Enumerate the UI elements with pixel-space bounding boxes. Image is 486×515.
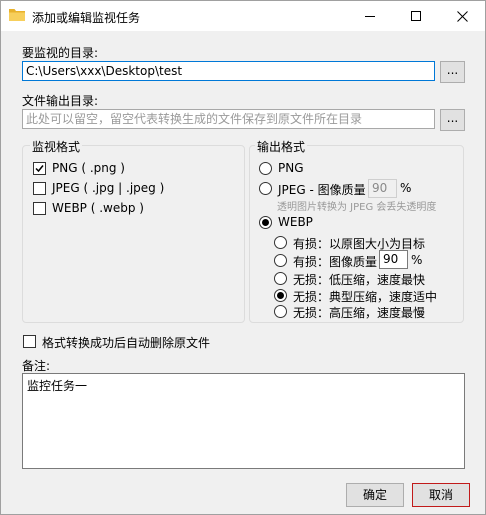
- output-jpeg-label: JPEG - 图像质量: [278, 183, 366, 197]
- close-button[interactable]: [439, 1, 485, 31]
- minimize-icon: [365, 16, 375, 17]
- folder-icon: [9, 8, 25, 22]
- webp-opt5-label: 无损：高压缩，速度最慢: [293, 306, 426, 320]
- webp-checkbox-label: WEBP ( .webp ): [52, 201, 144, 215]
- jpeg-checkbox[interactable]: [33, 182, 46, 195]
- output-webp-label: WEBP: [278, 215, 313, 229]
- webp-checkbox[interactable]: [33, 202, 46, 215]
- output-png-label: PNG: [278, 161, 304, 175]
- jpeg-transparency-hint: 透明图片转换为 JPEG 会丢失透明度: [277, 202, 437, 213]
- ok-button[interactable]: 确定: [346, 483, 404, 507]
- watch-dir-browse-button[interactable]: ...: [440, 61, 465, 83]
- jpeg-quality-input[interactable]: 90: [368, 179, 397, 198]
- webp-opt3-label: 无损：低压缩，速度最快: [293, 273, 426, 287]
- output-jpeg-radio[interactable]: [259, 182, 272, 195]
- output-png-radio[interactable]: [259, 162, 272, 175]
- webp-opt3-radio[interactable]: [274, 272, 287, 285]
- png-checkbox[interactable]: [33, 162, 46, 175]
- webp-opt1-radio[interactable]: [274, 236, 287, 249]
- webp-opt5-radio[interactable]: [274, 305, 287, 318]
- watch-dir-input[interactable]: C:\Users\xxx\Desktop\test: [22, 61, 435, 81]
- delete-original-label: 格式转换成功后自动删除原文件: [42, 336, 211, 350]
- maximize-icon: [411, 11, 421, 21]
- cancel-button[interactable]: 取消: [412, 483, 470, 507]
- dialog-content: 要监视的目录: C:\Users\xxx\Desktop\test ... 文件…: [1, 31, 485, 514]
- webp-opt2-label: 有损：图像质量: [293, 255, 378, 269]
- output-webp-radio[interactable]: [259, 216, 272, 229]
- output-dir-browse-button[interactable]: ...: [440, 109, 465, 131]
- webp-opt4-label: 无损：典型压缩，速度适中: [293, 290, 438, 304]
- notes-textarea[interactable]: 监控任务一: [22, 373, 465, 469]
- checkmark-icon: [35, 165, 44, 173]
- close-icon: [456, 10, 468, 22]
- maximize-button[interactable]: [393, 1, 439, 31]
- webp-opt4-radio[interactable]: [274, 289, 287, 302]
- webp-opt2-radio[interactable]: [274, 254, 287, 267]
- jpeg-percent-label: %: [400, 181, 412, 195]
- dialog-window: 添加或编辑监视任务 要监视的目录: C:\Users\xxx\Desktop\t…: [0, 0, 486, 515]
- png-checkbox-label: PNG ( .png ): [52, 161, 125, 175]
- webp-percent-label: %: [411, 253, 423, 267]
- delete-original-checkbox[interactable]: [23, 335, 36, 348]
- output-dir-input[interactable]: 此处可以留空，留空代表转换生成的文件保存到原文件所在目录: [22, 109, 435, 129]
- minimize-button[interactable]: [347, 1, 393, 31]
- window-title: 添加或编辑监视任务: [32, 11, 141, 25]
- webp-quality-input[interactable]: 90: [379, 250, 408, 269]
- output-formats-title: 输出格式: [255, 138, 308, 155]
- jpeg-checkbox-label: JPEG ( .jpg | .jpeg ): [52, 181, 165, 195]
- output-dir-label: 文件输出目录:: [22, 94, 99, 108]
- notes-label: 备注:: [22, 359, 51, 373]
- watch-dir-label: 要监视的目录:: [22, 46, 99, 60]
- title-bar[interactable]: 添加或编辑监视任务: [1, 1, 485, 31]
- watch-formats-title: 监视格式: [30, 138, 83, 155]
